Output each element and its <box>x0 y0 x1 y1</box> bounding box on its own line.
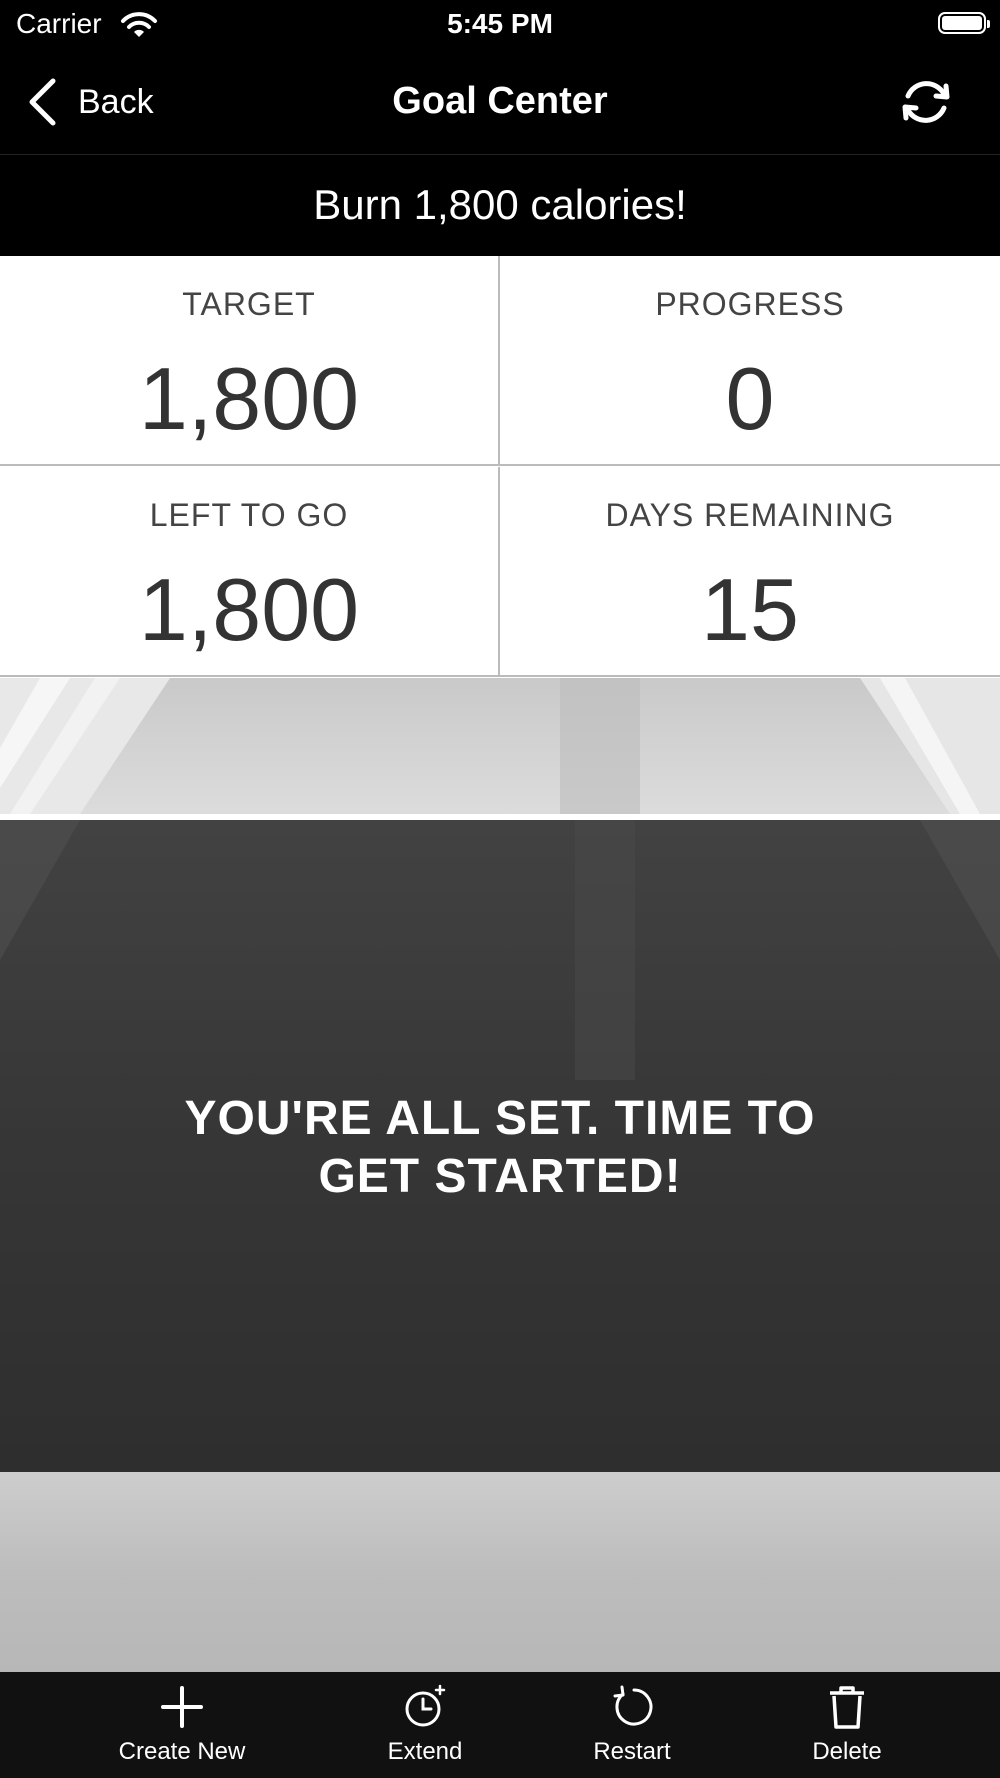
page-title: Goal Center <box>392 80 608 122</box>
status-bar: Carrier 5:45 PM <box>0 0 1000 50</box>
stat-value: 0 <box>725 349 775 448</box>
navigation-bar: Back Goal Center <box>0 50 1000 155</box>
extend-button[interactable]: Extend <box>325 1684 525 1766</box>
restart-button[interactable]: Restart <box>532 1684 732 1766</box>
stat-label: LEFT TO GO <box>149 497 349 533</box>
background-photo <box>0 678 1000 814</box>
bottom-toolbar: Create New Extend Restart Delete <box>0 1672 1000 1778</box>
tool-label: Restart <box>593 1738 671 1765</box>
refresh-icon[interactable] <box>898 74 954 130</box>
stat-value: 1,800 <box>138 560 360 659</box>
clock-icon <box>405 1684 446 1727</box>
delete-button[interactable]: Delete <box>747 1684 947 1766</box>
goal-title: Burn 1,800 calories! <box>0 155 1000 255</box>
stat-label: TARGET <box>182 286 316 322</box>
stat-value: 15 <box>701 560 799 659</box>
message-line: YOU'RE ALL SET. TIME TO <box>184 1092 816 1145</box>
stats-grid: TARGET 1,800 PROGRESS 0 LEFT TO GO 1,800… <box>0 256 1000 678</box>
tool-label: Create New <box>118 1738 246 1765</box>
status-time: 5:45 PM <box>447 8 553 39</box>
stat-value: 1,800 <box>138 349 360 448</box>
message-line: GET STARTED! <box>318 1150 682 1203</box>
motivation-message: YOU'RE ALL SET. TIME TO GET STARTED! <box>100 1090 900 1206</box>
tool-label: Extend <box>387 1738 463 1765</box>
message-panel: YOU'RE ALL SET. TIME TO GET STARTED! <box>0 820 1000 1472</box>
background-photo <box>0 1472 1000 1672</box>
trash-icon <box>830 1686 864 1729</box>
battery-icon <box>938 12 990 34</box>
stat-progress: PROGRESS 0 <box>500 256 1000 466</box>
plus-icon <box>161 1686 203 1728</box>
stat-left-to-go: LEFT TO GO 1,800 <box>0 467 500 677</box>
stat-label: PROGRESS <box>655 286 845 322</box>
stat-label: DAYS REMAINING <box>605 497 895 533</box>
restart-icon <box>613 1685 653 1726</box>
tool-label: Delete <box>812 1738 882 1765</box>
create-new-button[interactable]: Create New <box>82 1684 282 1766</box>
stat-days-remaining: DAYS REMAINING 15 <box>500 467 1000 677</box>
stat-target: TARGET 1,800 <box>0 256 500 466</box>
